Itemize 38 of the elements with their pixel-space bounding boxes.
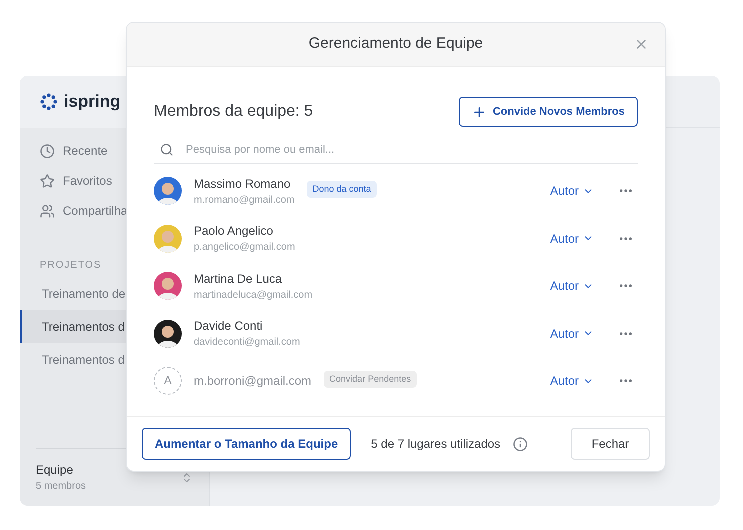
role-dropdown[interactable]: Autor (550, 277, 594, 296)
team-count: 5 membros (36, 480, 86, 494)
members-heading: Membros da equipe: 5 (154, 102, 314, 122)
member-email: m.borroni@gmail.com (194, 373, 312, 390)
owner-badge: Dono da conta (306, 180, 378, 198)
role-dropdown[interactable]: Autor (550, 372, 594, 390)
initial-avatar: A (154, 367, 182, 396)
search-field[interactable]: Pesquisa por nome ou email... (154, 138, 638, 164)
role-dropdown[interactable]: Autor (550, 324, 594, 343)
close-button[interactable] (634, 37, 649, 52)
nav-item[interactable]: Compartilha (63, 202, 128, 220)
invite-button[interactable]: Convide Novos Membros (458, 97, 638, 127)
member-name: Massimo Romano (194, 176, 292, 193)
member-email: martinadeluca@gmail.com (194, 288, 313, 303)
role-dropdown[interactable]: Autor (550, 230, 594, 248)
clock-icon (40, 144, 55, 158)
info-icon[interactable] (512, 436, 528, 452)
search-icon (160, 143, 174, 157)
pending-badge: Convidar Pendentes (324, 370, 418, 388)
close-dialog-button[interactable]: Fechar (571, 428, 650, 460)
plus-icon (472, 104, 487, 120)
users-icon (40, 204, 55, 218)
logo-icon (40, 93, 58, 111)
logo-text: ispring (64, 91, 121, 114)
section-heading: PROJETOS (39, 259, 103, 273)
star-icon (40, 174, 55, 188)
member-name: Martina De Luca (194, 270, 284, 288)
member-email: m.romano@gmail.com (194, 194, 295, 208)
switch-icon[interactable] (181, 472, 193, 484)
dialog-title: Gerenciamento de Equipe (308, 34, 484, 54)
team-name: Equipe (36, 462, 74, 479)
member-email: p.angelico@gmail.com (194, 241, 296, 256)
member-name: Paolo Angelico (194, 223, 274, 240)
increase-team-button[interactable]: Aumentar o Tamanho da Equipe (142, 428, 352, 460)
role-dropdown[interactable]: Autor (550, 182, 594, 200)
nav-item[interactable]: Favoritos (63, 172, 112, 190)
nav-item[interactable]: Recente (63, 142, 108, 160)
seats-usage: 5 de 7 lugares utilizados (371, 436, 501, 453)
